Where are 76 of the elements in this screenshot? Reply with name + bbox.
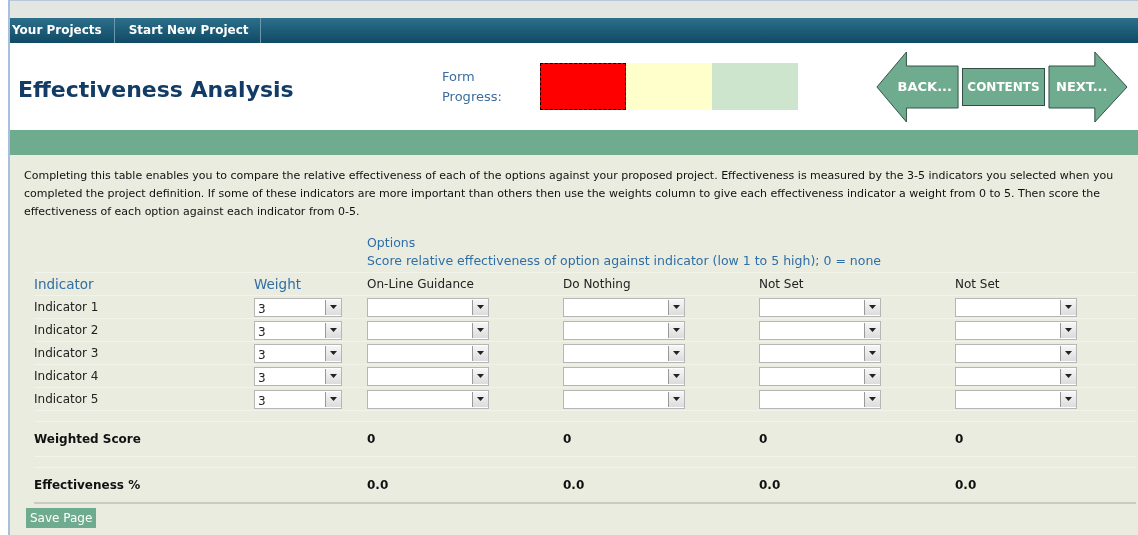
column-header: Do Nothing bbox=[563, 277, 631, 291]
percent-value: 0.0 bbox=[955, 478, 977, 492]
score-dropdown[interactable] bbox=[563, 389, 685, 409]
column-header: Weight bbox=[254, 276, 302, 292]
caret-icon bbox=[1060, 391, 1076, 407]
caret-icon bbox=[864, 322, 880, 338]
score-dropdown[interactable] bbox=[367, 320, 489, 340]
options-hint: Score relative effectiveness of option against indicator (low 1 to 5 high); 0 = none bbox=[367, 253, 882, 268]
score-dropdown[interactable] bbox=[367, 343, 489, 363]
caret-icon bbox=[472, 299, 488, 315]
caret-icon bbox=[325, 322, 341, 338]
score-value: 0 bbox=[367, 432, 376, 446]
weight-dropdown[interactable]: 3 bbox=[254, 343, 342, 363]
score-dropdown[interactable] bbox=[563, 297, 685, 317]
score-dropdown[interactable] bbox=[563, 320, 685, 340]
column-header: Not Set bbox=[955, 277, 1000, 291]
score-dropdown[interactable] bbox=[367, 366, 489, 386]
indicator-label: Indicator 1 bbox=[34, 300, 99, 314]
caret-icon bbox=[325, 368, 341, 384]
score-dropdown[interactable] bbox=[367, 389, 489, 409]
percent-value: 0.0 bbox=[367, 478, 389, 492]
options-heading: Options bbox=[367, 235, 416, 250]
caret-icon bbox=[668, 299, 684, 315]
caret-icon bbox=[864, 368, 880, 384]
percent-value: 0.0 bbox=[759, 478, 781, 492]
caret-icon bbox=[472, 345, 488, 361]
caret-icon bbox=[1060, 322, 1076, 338]
score-dropdown[interactable] bbox=[759, 389, 881, 409]
column-header: On-Line Guidance bbox=[367, 277, 474, 291]
score-dropdown[interactable] bbox=[759, 297, 881, 317]
caret-icon bbox=[1060, 299, 1076, 315]
weight-dropdown[interactable]: 3 bbox=[254, 366, 342, 386]
intro-paragraph: Completing this table enables you to compare the relative effectiveness of each of the options against your proposed project. Effectiveness is measured by the 3-5 indicators you selected when you completed the project definition. If some of these indicators are more important than others then use the weights column to give each effectiveness indicator a weight from 0 to 5. Then score the effectiveness of each option against each indicator from 0-5. bbox=[24, 168, 1115, 220]
column-header: Not Set bbox=[759, 277, 804, 291]
progress-label: Form Progress: bbox=[442, 67, 503, 106]
indicator-label: Indicator 3 bbox=[34, 346, 99, 360]
score-dropdown[interactable] bbox=[955, 320, 1077, 340]
score-dropdown[interactable] bbox=[759, 320, 881, 340]
indicator-label: Indicator 2 bbox=[34, 323, 99, 337]
row-label: Effectiveness % bbox=[34, 478, 141, 492]
caret-icon bbox=[1060, 368, 1076, 384]
caret-icon bbox=[668, 391, 684, 407]
row-label: Weighted Score bbox=[34, 432, 141, 446]
caret-icon bbox=[1060, 345, 1076, 361]
weight-dropdown[interactable]: 3 bbox=[254, 297, 342, 317]
column-header: Indicator bbox=[34, 276, 94, 292]
caret-icon bbox=[668, 368, 684, 384]
indicator-label: Indicator 4 bbox=[34, 369, 99, 383]
score-value: 0 bbox=[563, 432, 572, 446]
page-title: Effectiveness Analysis bbox=[18, 76, 295, 102]
caret-icon bbox=[668, 345, 684, 361]
score-value: 0 bbox=[955, 432, 964, 446]
score-dropdown[interactable] bbox=[759, 366, 881, 386]
score-dropdown[interactable] bbox=[955, 297, 1077, 317]
percent-value: 0.0 bbox=[563, 478, 585, 492]
caret-icon bbox=[325, 299, 341, 315]
indicator-label: Indicator 5 bbox=[34, 392, 99, 406]
score-value: 0 bbox=[759, 432, 768, 446]
score-dropdown[interactable] bbox=[759, 343, 881, 363]
score-dropdown[interactable] bbox=[563, 343, 685, 363]
score-dropdown[interactable] bbox=[367, 297, 489, 317]
caret-icon bbox=[864, 391, 880, 407]
score-dropdown[interactable] bbox=[955, 366, 1077, 386]
caret-icon bbox=[325, 391, 341, 407]
weight-dropdown[interactable]: 3 bbox=[254, 389, 342, 409]
caret-icon bbox=[325, 345, 341, 361]
caret-icon bbox=[864, 299, 880, 315]
caret-icon bbox=[668, 322, 684, 338]
caret-icon bbox=[864, 345, 880, 361]
caret-icon bbox=[472, 322, 488, 338]
caret-icon bbox=[472, 368, 488, 384]
score-dropdown[interactable] bbox=[955, 343, 1077, 363]
score-dropdown[interactable] bbox=[955, 389, 1077, 409]
weight-dropdown[interactable]: 3 bbox=[254, 320, 342, 340]
caret-icon bbox=[472, 391, 488, 407]
score-dropdown[interactable] bbox=[563, 366, 685, 386]
